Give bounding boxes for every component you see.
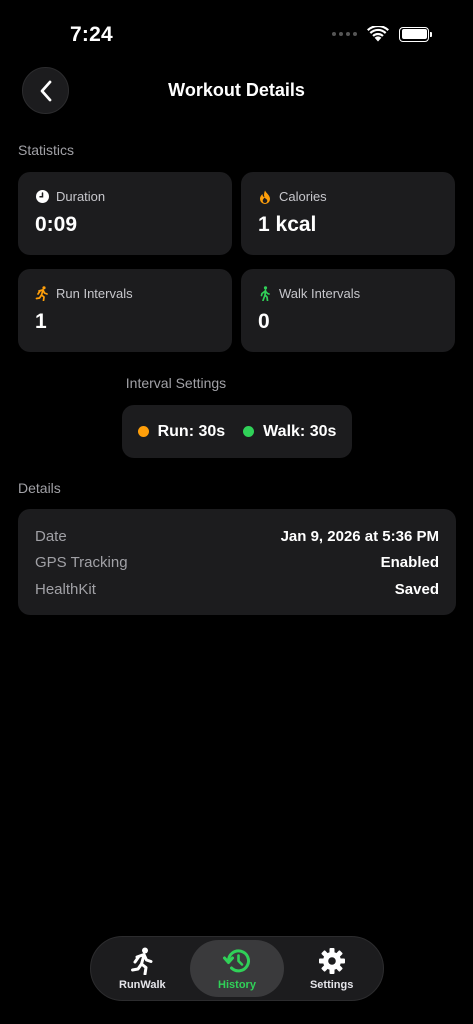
tab-bar: RunWalk History Settings [90,936,384,1001]
clock-icon [35,190,49,204]
battery-icon [399,26,432,42]
detail-row-date: Date Jan 9, 2026 at 5:36 PM [35,523,439,550]
cellular-signal-icon [332,32,357,36]
walk-color-dot [243,426,255,437]
tab-history[interactable]: History [189,940,285,997]
walk-intervals-label: Walk Intervals [279,286,361,301]
interval-settings-pill: Run: 30s Walk: 30s [122,405,352,458]
walk-intervals-card: Walk Intervals 0 [241,269,455,352]
workout-details-screen: 7:24 Workout Details Statistics Duration… [0,0,473,1024]
run-intervals-value: 1 [35,310,47,333]
detail-row-gps: GPS Tracking Enabled [35,550,439,577]
flame-icon [258,190,272,204]
detail-label: GPS Tracking [35,554,128,572]
detail-label: HealthKit [35,580,96,598]
status-time: 7:24 [70,23,113,46]
tab-settings[interactable]: Settings [284,940,379,997]
running-figure-icon [130,947,154,975]
detail-label: Date [35,527,67,545]
page-title: Workout Details [168,80,305,100]
tab-runwalk[interactable]: RunWalk [95,940,190,997]
calories-card: Calories 1 kcal [241,172,455,255]
duration-card: Duration 0:09 [18,172,232,255]
run-interval-setting: Run: 30s [137,422,226,441]
run-color-dot [137,426,149,437]
run-intervals-label: Run Intervals [56,286,133,301]
details-section-label: Details [18,480,61,496]
detail-value: Enabled [380,554,439,572]
running-figure-icon [35,286,49,301]
walk-intervals-value: 0 [258,310,270,333]
walk-interval-setting: Walk: 30s [243,423,336,441]
detail-value: Saved [394,580,439,598]
calories-label: Calories [279,189,327,204]
run-interval-text: Run: 30s [157,422,226,440]
calories-value: 1 kcal [258,213,317,236]
tab-label: Settings [309,978,354,991]
run-intervals-card: Run Intervals 1 [18,269,232,352]
detail-value: Jan 9, 2026 at 5:36 PM [280,527,439,545]
wifi-icon [367,26,389,42]
tab-label: History [218,978,256,991]
statistics-section-label: Statistics [18,142,75,158]
detail-row-healthkit: HealthKit Saved [35,576,439,603]
walk-interval-text: Walk: 30s [263,422,337,440]
walking-figure-icon [258,286,272,301]
interval-settings-label: Interval Settings [125,375,227,391]
duration-value: 0:09 [35,213,78,236]
status-indicators [332,26,432,42]
history-clock-icon [222,947,252,975]
duration-label: Duration [56,189,106,204]
details-card: Date Jan 9, 2026 at 5:36 PM GPS Tracking… [18,509,456,615]
tab-label: RunWalk [119,978,166,991]
gear-icon [318,947,346,975]
